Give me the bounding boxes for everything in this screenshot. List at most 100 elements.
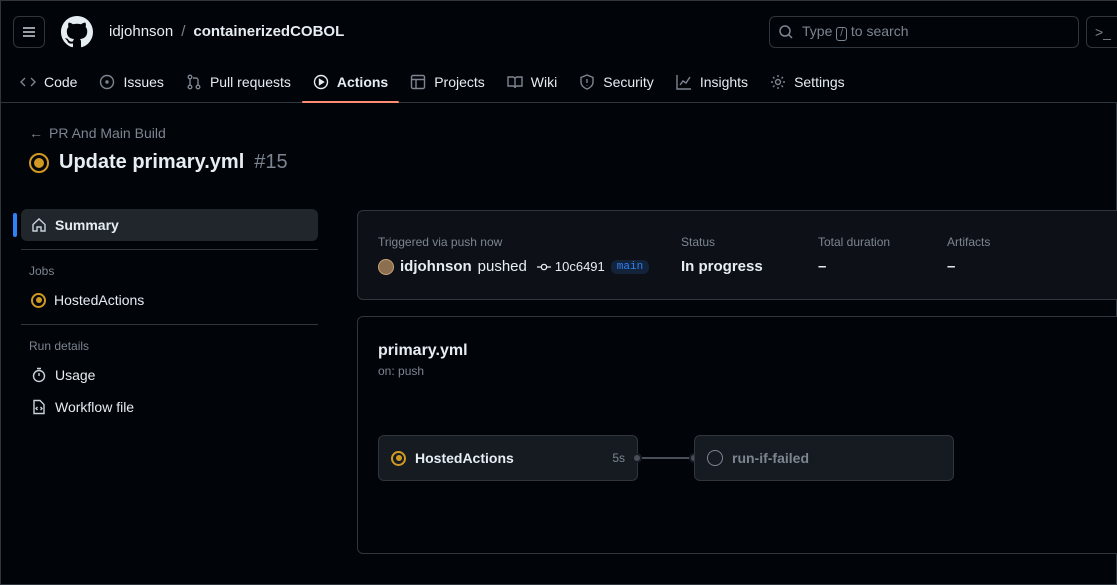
breadcrumb-separator: / (181, 23, 186, 40)
status-column: Status In progress (681, 235, 763, 275)
sidebar-item-summary[interactable]: Summary (13, 209, 318, 241)
shield-icon (580, 74, 594, 90)
job-name: HostedActions (415, 450, 514, 466)
search-placeholder: Type / to search (802, 23, 909, 41)
trigger-column: Triggered via push now idjohnson pushed … (378, 235, 650, 275)
status-value: In progress (681, 258, 763, 275)
trigger-value: idjohnson pushed 10c6491 main (378, 258, 650, 275)
run-number: #15 (254, 151, 288, 173)
commit-link[interactable]: 10c6491 (536, 259, 605, 274)
repo-owner-link[interactable]: idjohnson (109, 23, 173, 40)
branch-badge[interactable]: main (610, 259, 650, 274)
tab-actions-label: Actions (336, 74, 389, 90)
workflow-name-label: PR And Main Build (49, 125, 166, 141)
stopwatch-icon (32, 367, 46, 383)
artifacts-value: – (947, 258, 956, 275)
terminal-icon: >_ (1095, 24, 1111, 40)
job-name: run-if-failed (732, 450, 809, 466)
sidebar-item-usage[interactable]: Usage (21, 359, 318, 391)
commit-sha: 10c6491 (554, 259, 605, 274)
arrow-left-icon: ← (29, 125, 43, 141)
job-output-port (632, 453, 642, 463)
run-summary-card: Triggered via push now idjohnson pushed … (357, 210, 1117, 300)
search-icon (779, 25, 793, 39)
graph-icon (676, 75, 691, 90)
search-prefix-text: Type (802, 23, 833, 39)
gear-icon (771, 75, 786, 89)
workflow-graph-card: primary.yml on: push HostedActions 5s ru… (357, 316, 1117, 554)
repo-nav-tabs: Code Issues Pull requests Actions Projec… (9, 61, 856, 103)
avatar[interactable] (378, 258, 394, 275)
repo-name-link[interactable]: containerizedCOBOL (193, 23, 344, 40)
tab-wiki[interactable]: Wiki (496, 61, 568, 103)
duration-column: Total duration – (818, 235, 890, 275)
table-icon (411, 74, 426, 90)
duration-value: – (818, 258, 827, 275)
run-title-text: Update primary.yml (59, 151, 245, 173)
sidebar-summary-label: Summary (55, 217, 119, 233)
search-shortcut-key: / (836, 27, 848, 41)
run-title: Update primary.yml #15 (29, 151, 288, 174)
book-icon (507, 76, 523, 89)
in-progress-status-icon (31, 292, 46, 308)
sidebar-usage-label: Usage (55, 367, 96, 383)
sidebar-heading-run-details: Run details (29, 339, 90, 353)
sidebar-heading-jobs: Jobs (29, 264, 55, 278)
tab-security[interactable]: Security (568, 61, 665, 103)
play-icon (313, 74, 329, 90)
workflow-trigger: on: push (378, 364, 425, 378)
sidebar-job-label: HostedActions (54, 292, 145, 308)
in-progress-status-icon (29, 152, 49, 173)
pending-status-icon (707, 450, 723, 466)
job-node-run-if-failed[interactable]: run-if-failed (694, 435, 954, 481)
sidebar-item-job-hostedactions[interactable]: HostedActions (21, 284, 318, 316)
actor-link[interactable]: idjohnson (400, 258, 472, 275)
tab-code-label: Code (44, 74, 78, 90)
job-node-hostedactions[interactable]: HostedActions 5s (378, 435, 638, 481)
top-bar: idjohnson / containerizedCOBOL Type / to… (1, 1, 1117, 103)
trigger-action: pushed (477, 258, 527, 275)
sidebar-workflow-file-label: Workflow file (55, 399, 135, 415)
tab-insights-label: Insights (699, 74, 749, 90)
sidebar-divider (21, 249, 318, 250)
tab-settings[interactable]: Settings (759, 61, 856, 103)
selection-indicator (13, 213, 17, 237)
in-progress-status-icon (391, 450, 406, 466)
workflow-file-name: primary.yml (378, 342, 468, 359)
search-input[interactable]: Type / to search (769, 16, 1079, 48)
command-palette-button[interactable]: >_ (1086, 16, 1117, 48)
sidebar-divider (21, 324, 318, 325)
github-logo-icon[interactable] (61, 16, 93, 48)
tab-settings-label: Settings (794, 74, 845, 90)
tab-issues-label: Issues (123, 74, 164, 90)
pull-request-icon (187, 74, 201, 90)
file-code-icon (33, 399, 45, 415)
back-to-workflow-link[interactable]: ← PR And Main Build (29, 125, 166, 141)
git-commit-icon (536, 263, 551, 270)
tab-insights[interactable]: Insights (665, 61, 759, 103)
tab-projects[interactable]: Projects (399, 61, 496, 103)
issue-icon (100, 74, 115, 90)
job-duration: 5s (612, 451, 625, 465)
sidebar-item-workflow-file[interactable]: Workflow file (21, 391, 318, 423)
duration-label: Total duration (818, 235, 891, 249)
tab-actions[interactable]: Actions (301, 61, 400, 103)
tab-projects-label: Projects (434, 74, 485, 90)
tab-security-label: Security (603, 74, 654, 90)
hamburger-menu-button[interactable] (13, 16, 45, 48)
tab-code[interactable]: Code (9, 61, 88, 103)
repo-breadcrumb: idjohnson / containerizedCOBOL (109, 23, 344, 40)
tab-issues[interactable]: Issues (88, 61, 174, 103)
tab-pull-requests-label: Pull requests (209, 74, 291, 90)
tab-wiki-label: Wiki (530, 74, 558, 90)
artifacts-column: Artifacts – (947, 235, 990, 275)
status-label: Status (681, 235, 716, 249)
tab-pull-requests[interactable]: Pull requests (175, 61, 302, 103)
trigger-label: Triggered via push now (378, 235, 503, 249)
artifacts-label: Artifacts (947, 235, 991, 249)
code-icon (20, 77, 36, 87)
search-suffix-text: to search (850, 23, 909, 39)
hamburger-icon (23, 27, 35, 37)
home-icon (32, 218, 46, 232)
run-sidebar: Summary Jobs HostedActions Run details U… (13, 209, 318, 423)
